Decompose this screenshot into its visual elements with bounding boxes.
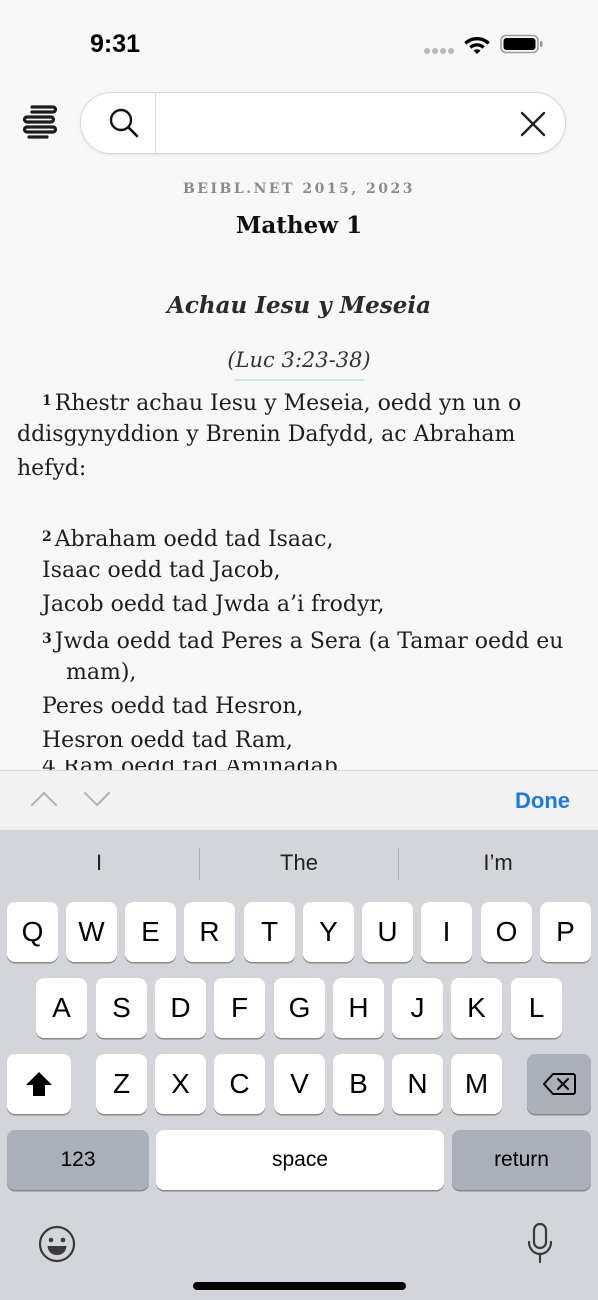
- status-bar: 9:31: [0, 0, 598, 88]
- verse-number: 2: [42, 529, 52, 545]
- bible-version: BEIBL.NET 2015, 2023: [182, 181, 416, 197]
- key-m[interactable]: M: [451, 1054, 502, 1114]
- verse-text: Rhestr achau Iesu y Meseia, oedd yn un o: [54, 391, 522, 416]
- verse-text: 4 Ram oedd tad Aminadab,: [42, 760, 345, 770]
- keyboard-accessory-bar: Done: [0, 770, 598, 830]
- status-time: 9:31: [90, 30, 141, 58]
- done-button[interactable]: Done: [515, 788, 570, 814]
- verse-number: 3: [42, 631, 52, 647]
- numbers-key[interactable]: 123: [7, 1130, 149, 1190]
- signal-dots-icon: [424, 48, 456, 56]
- key-g[interactable]: G: [274, 978, 325, 1038]
- key-h[interactable]: H: [333, 978, 384, 1038]
- emoji-icon[interactable]: [38, 1225, 76, 1263]
- home-indicator[interactable]: [193, 1282, 406, 1290]
- shift-icon: [26, 1072, 52, 1096]
- verse-3-line: Hesron oedd tad Ram,: [42, 728, 293, 753]
- suggestion-item[interactable]: I: [0, 850, 198, 876]
- verse-1-line: ddisgynyddion y Brenin Dafydd, ac Abraha…: [17, 422, 516, 447]
- key-l[interactable]: L: [511, 978, 562, 1038]
- verse-2-line: 2 Abraham oedd tad Isaac,: [42, 520, 333, 557]
- search-input[interactable]: [161, 103, 501, 143]
- backspace-icon: [543, 1073, 576, 1095]
- key-a[interactable]: A: [36, 978, 87, 1038]
- key-p[interactable]: P: [540, 902, 591, 962]
- shift-key[interactable]: [7, 1054, 71, 1114]
- key-u[interactable]: U: [362, 902, 413, 962]
- key-j[interactable]: J: [392, 978, 443, 1038]
- menu-icon[interactable]: [22, 104, 60, 140]
- key-y[interactable]: Y: [303, 902, 354, 962]
- key-t[interactable]: T: [244, 902, 295, 962]
- verse-text: Jwda oedd tad Peres a Sera (a Tamar oedd…: [54, 629, 564, 654]
- cross-reference-link[interactable]: (Luc 3:23-38): [0, 348, 598, 372]
- verse-3-line: mam),: [66, 660, 137, 685]
- chapter-title[interactable]: Mathew 1: [0, 212, 598, 239]
- key-o[interactable]: O: [481, 902, 532, 962]
- return-key[interactable]: return: [452, 1130, 591, 1190]
- key-i[interactable]: I: [421, 902, 472, 962]
- verse-4-partial-line: 4 Ram oedd tad Aminadab,: [42, 760, 362, 770]
- space-key[interactable]: space: [156, 1130, 444, 1190]
- suggestion-item[interactable]: I’m: [399, 850, 597, 876]
- search-icon: [109, 108, 139, 138]
- key-z[interactable]: Z: [96, 1054, 147, 1114]
- key-r[interactable]: R: [184, 902, 235, 962]
- battery-icon: [500, 34, 543, 54]
- suggestion-item[interactable]: The: [200, 850, 398, 876]
- keyboard: I The I’m Q W E R T Y U I O P A S D F G …: [0, 830, 598, 1300]
- verse-3-line: Peres oedd tad Hesron,: [42, 694, 304, 719]
- key-b[interactable]: B: [333, 1054, 384, 1114]
- verse-1-line: hefyd:: [17, 456, 87, 481]
- key-q[interactable]: Q: [7, 902, 58, 962]
- delete-key[interactable]: [527, 1054, 591, 1114]
- chevron-up-icon[interactable]: [30, 789, 58, 809]
- search-divider: [155, 93, 156, 153]
- microphone-icon[interactable]: [526, 1222, 554, 1264]
- key-e[interactable]: E: [125, 902, 176, 962]
- key-d[interactable]: D: [155, 978, 206, 1038]
- key-k[interactable]: K: [451, 978, 502, 1038]
- section-heading: Achau Iesu y Meseia: [167, 292, 431, 319]
- chevron-down-icon[interactable]: [83, 789, 111, 809]
- verse-number: 1: [42, 393, 52, 409]
- clear-icon[interactable]: [519, 110, 547, 138]
- cross-reference-underline: [234, 379, 364, 381]
- key-w[interactable]: W: [66, 902, 117, 962]
- key-s[interactable]: S: [96, 978, 147, 1038]
- verse-2-line: Isaac oedd tad Jacob,: [42, 558, 281, 583]
- key-v[interactable]: V: [274, 1054, 325, 1114]
- verse-1-line: 1 Rhestr achau Iesu y Meseia, oedd yn un …: [42, 384, 521, 421]
- key-x[interactable]: X: [155, 1054, 206, 1114]
- search-bar[interactable]: [80, 92, 566, 154]
- key-f[interactable]: F: [214, 978, 265, 1038]
- wifi-icon: [464, 37, 490, 54]
- verse-3-line: 3 Jwda oedd tad Peres a Sera (a Tamar oed…: [42, 622, 563, 659]
- key-c[interactable]: C: [214, 1054, 265, 1114]
- verse-2-line: Jacob oedd tad Jwda a’i frodyr,: [42, 592, 385, 617]
- key-n[interactable]: N: [392, 1054, 443, 1114]
- verse-text: Abraham oedd tad Isaac,: [54, 527, 334, 552]
